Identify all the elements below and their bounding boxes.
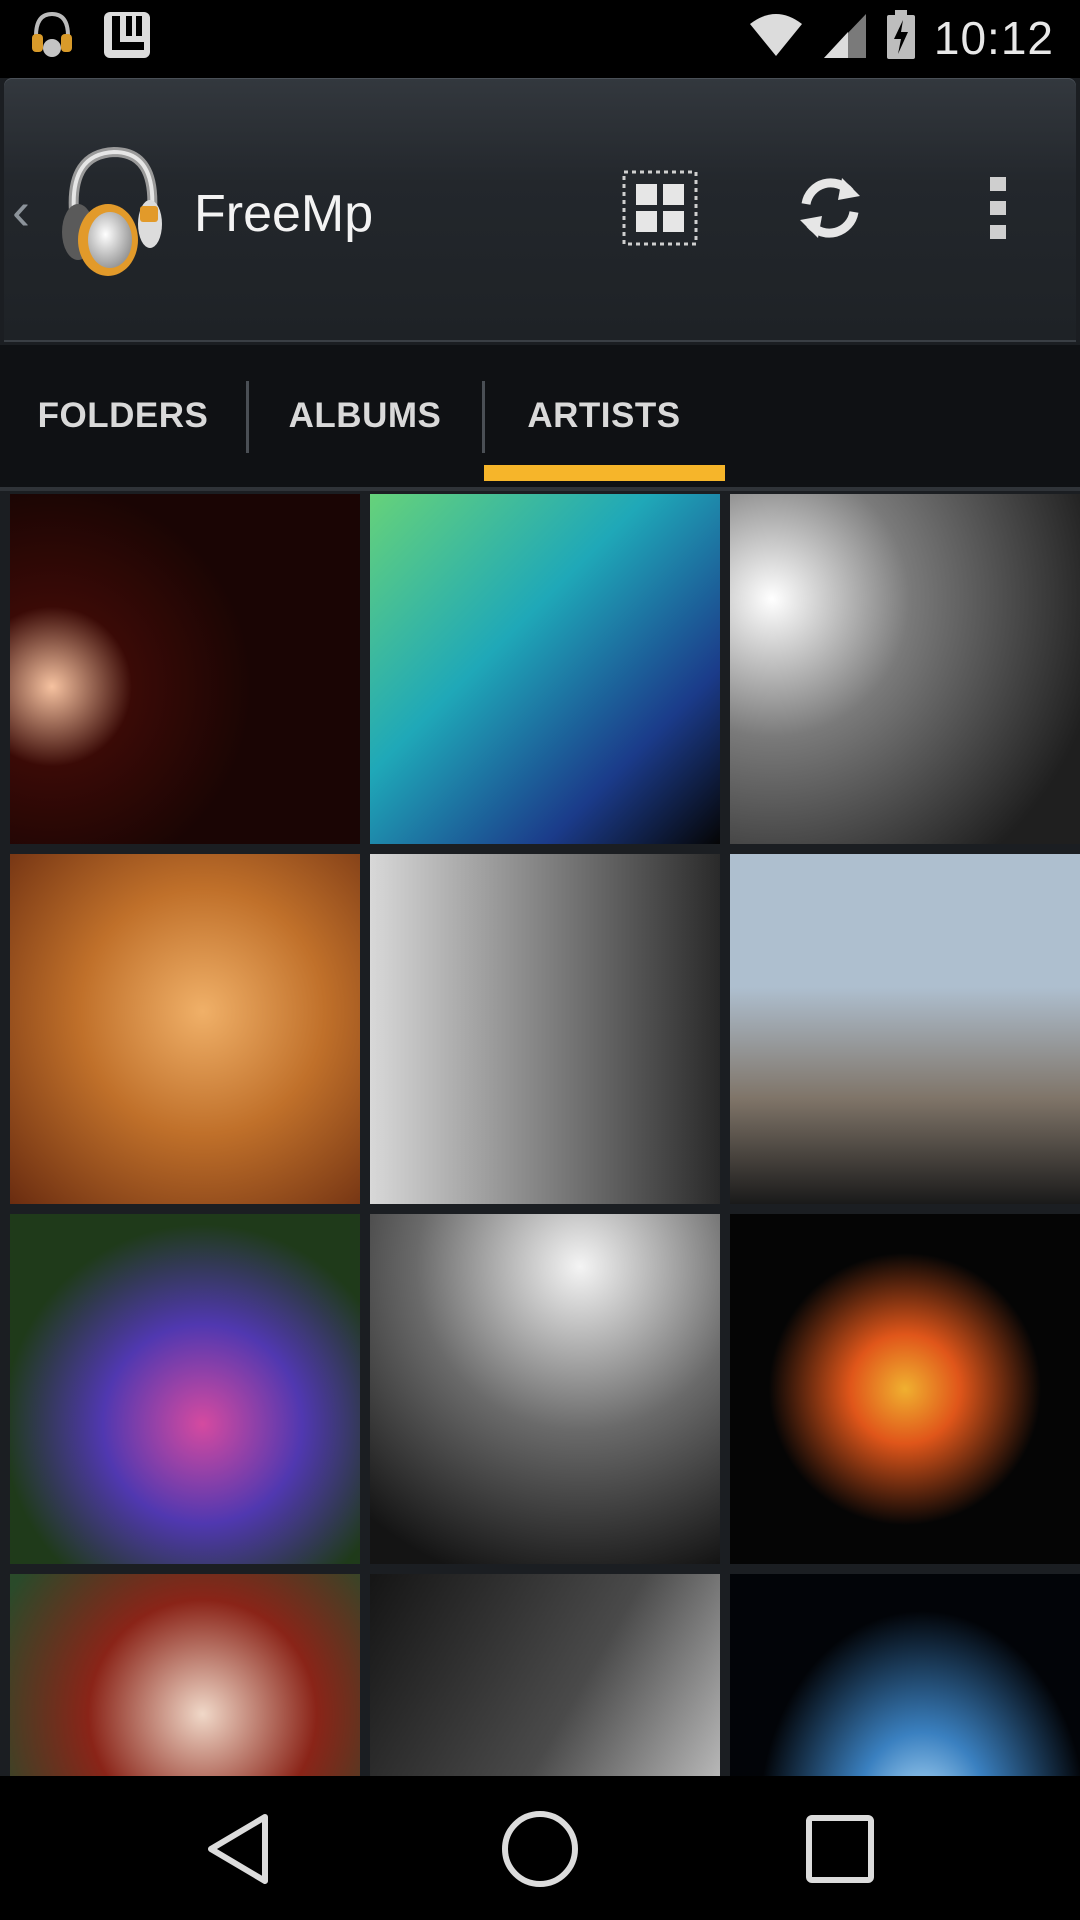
back-icon [203,1811,273,1892]
artist-tile-9[interactable] [730,1214,1080,1564]
status-clock: 10:12 [933,11,1054,64]
artist-tile-11[interactable] [370,1574,720,1776]
artist-tile-12[interactable] [730,1574,1080,1776]
tab-albums[interactable]: ALBUMS [266,345,464,487]
tab-label: FOLDERS [37,396,209,435]
home-icon [500,1809,580,1894]
action-bar: ‹ FreeMp [4,78,1076,342]
artist-grid [0,491,1080,1776]
cell-signal-icon [822,10,868,65]
app-notification-icon [102,10,152,65]
artist-tile-8[interactable] [370,1214,720,1564]
wifi-icon [748,10,804,65]
refresh-button[interactable] [790,170,870,250]
freemp-logo-icon[interactable] [56,140,166,280]
headphones-notification-icon [30,10,74,65]
overflow-menu-icon [988,175,1008,246]
battery-charging-icon [886,10,916,65]
artist-tile-3[interactable] [730,494,1080,844]
tab-label: ALBUMS [288,396,442,435]
artist-tile-10[interactable] [10,1574,360,1776]
back-button[interactable] [183,1806,293,1896]
recents-button[interactable] [785,1806,895,1896]
artist-tile-2[interactable] [370,494,720,844]
tab-bar: FOLDERS ALBUMS ARTISTS [0,345,1080,491]
selected-tab-indicator [484,465,725,481]
recents-icon [805,1814,875,1889]
refresh-icon [792,170,868,251]
up-navigation-caret-icon[interactable]: ‹ [12,180,30,242]
artist-tile-4[interactable] [10,854,360,1204]
artist-tile-7[interactable] [10,1214,360,1564]
tab-folders[interactable]: FOLDERS [24,345,222,487]
app-title: FreeMp [194,185,374,243]
artist-tile-5[interactable] [370,854,720,1204]
home-button[interactable] [485,1806,595,1896]
grid-view-button[interactable] [620,170,700,250]
artist-tile-6[interactable] [730,854,1080,1204]
tab-divider [482,381,485,453]
navigation-bar [0,1776,1080,1920]
tab-label: ARTISTS [527,396,681,435]
status-bar: 10:12 [0,0,1080,78]
artist-tile-1[interactable] [10,494,360,844]
tab-divider [246,381,249,453]
grid-view-icon [622,170,698,251]
overflow-menu-button[interactable] [958,170,1038,250]
